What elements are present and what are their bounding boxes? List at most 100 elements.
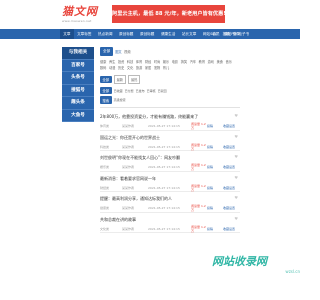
filter-tag[interactable]: 图文 [115,49,121,55]
filter-tag[interactable]: 视频 [124,49,130,55]
watermark-domain: wzsl.cn [285,269,300,274]
filter-tag[interactable]: 搞笑 [181,59,187,65]
filter-tag[interactable]: 汽车 [190,59,196,65]
filter-tag[interactable]: 育儿 [163,65,169,71]
status-all-button[interactable]: 全部 [100,87,112,95]
logo-domain: www.maowen.net [62,19,92,23]
status-option[interactable]: 已审核 [147,88,156,94]
item-meta: 科技类 某某作者 2021-05-27 17:14:15 阅读量 1.2万 投稿… [100,143,240,151]
action-row: 搜索 高级搜索 [100,96,240,104]
item-action[interactable]: 投稿 [207,227,223,231]
nav-member[interactable]: 会员 [212,32,219,37]
item-title[interactable]: 国运之光：你还是开心的世界战士 [100,135,160,141]
item-link[interactable]: 收藏设置 [223,145,235,149]
status-option[interactable]: 已驳回 [158,88,167,94]
favorite-icon[interactable]: ♥ [234,113,238,118]
sort-option[interactable]: 最热 [127,75,141,84]
list-item[interactable]: 最新消息：看着要求官网说一年 财经类 某某作者 2021-05-27 17:14… [100,172,240,193]
filter-tag[interactable]: 历史 [118,65,124,71]
list-item[interactable]: 共和总裁在讲的故事 文化类 某某作者 2021-05-27 17:14:15 阅… [100,213,240,234]
category-filter: 全部 图文 视频 [100,47,240,56]
list-item[interactable]: 提醒：最高利润分享，通知达标我们的人 健康类 某某作者 2021-05-27 1… [100,192,240,213]
filter-tag[interactable]: 音乐 [226,59,232,65]
item-author: 某某作者 [122,226,135,231]
item-source: 科技类 [100,144,110,149]
item-meta: 文化类 某某作者 2021-05-27 17:14:15 阅读量 1.2万 投稿… [100,225,240,233]
item-link[interactable]: 收藏设置 [223,165,235,169]
item-title[interactable]: 提醒：最高利润分享，通知达标我们的人 [100,196,172,202]
filter-tag[interactable]: 家居 [145,65,151,71]
advanced-search-link[interactable]: 高级搜索 [114,97,126,103]
filter-tag[interactable]: 游戏 [208,59,214,65]
item-action[interactable]: 投稿 [207,186,223,190]
list-item[interactable]: 国运之光：你还是开心的世界战士 科技类 某某作者 2021-05-27 17:1… [100,131,240,152]
item-link[interactable]: 收藏设置 [223,124,235,128]
sidebar-item-qutoutiao[interactable]: 趣头条 [62,97,94,110]
nav-item-hot[interactable]: 热点新闻 [95,29,116,39]
filter-tag[interactable]: 动漫 [109,65,115,71]
filter-all-button[interactable]: 全部 [100,47,114,56]
item-count: 阅读量 1.2万 [191,163,206,172]
status-option[interactable]: 已付费 [125,88,134,94]
article-list: 2年800万，他靠投资爱分，才能有赚钱路，终能赢来了 体育类 某某作者 2021… [100,110,240,234]
filter-tag[interactable]: 文化 [127,65,133,71]
sidebar-item-baijiahao[interactable]: 百家号 [62,60,94,72]
item-title[interactable]: 共和总裁在讲的故事 [100,217,136,223]
nav-login[interactable]: 登录 [233,32,240,37]
item-count: 阅读量 1.2万 [191,142,206,151]
filter-tag[interactable]: 教育 [199,59,205,65]
list-item[interactable]: 2年800万，他靠投资爱分，才能有赚钱路，终能赢来了 体育类 某某作者 2021… [100,110,240,131]
filter-tag[interactable]: 电影 [172,59,178,65]
item-action[interactable]: 投稿 [207,165,223,169]
favorite-icon[interactable]: ♥ [234,216,238,221]
item-link[interactable]: 收藏设置 [223,227,235,231]
status-option[interactable]: 已收藏 [114,88,123,94]
nav-item-health[interactable]: 健康生活 [158,29,179,39]
favorite-icon[interactable]: ♥ [234,134,238,139]
item-count: 阅读量 1.2万 [191,122,206,131]
status-option[interactable]: 已发布 [136,88,145,94]
sort-all-button[interactable]: 全部 [100,75,112,84]
filter-tag[interactable]: 旅游 [136,65,142,71]
item-author: 某某作者 [122,185,135,190]
item-action[interactable]: 投稿 [207,124,223,128]
favorite-icon[interactable]: ♥ [234,154,238,159]
item-action[interactable]: 投稿 [207,145,223,149]
item-title[interactable]: 最新消息：看着要求官网说一年 [100,176,156,182]
filter-tag[interactable]: 宠物 [154,65,160,71]
logo-text: 猫文网 [62,5,98,18]
item-time: 2021-05-27 17:14:15 [148,144,180,149]
favorite-icon[interactable]: ♥ [234,195,238,200]
filter-tag[interactable]: 美食 [217,59,223,65]
sidebar-item-toutiao[interactable]: 头条号 [62,72,94,85]
sort-option[interactable]: 最新 [113,75,126,84]
nav-item-webmaster[interactable]: 站长文章 [179,29,200,39]
nav-item-original-2[interactable]: 原创标题 [137,29,158,39]
item-time: 2021-05-27 17:14:15 [148,124,180,129]
nav-submit[interactable]: 投稿 [223,32,230,37]
item-count: 阅读量 1.2万 [191,183,206,192]
list-item[interactable]: 刘世俊明“你现在不能找女人回心”：网友吵翻 娱乐类 某某作者 2021-05-2… [100,151,240,172]
nav-item-articles[interactable]: 文章 [60,29,74,39]
search-button[interactable]: 搜索 [100,96,112,104]
sidebar-item-dayu[interactable]: 大鱼号 [62,110,94,122]
main-nav: 文章 文章标签 热点新闻 原创标题 原创标题 健康生活 站长文章 网站SEO 建… [0,29,300,39]
item-action[interactable]: 投稿 [207,206,223,210]
promo-banner[interactable]: 阿里云主机，最低 88 元/年，新老用户皆有优惠! [112,5,225,23]
watermark-text: 网站收录网 [212,255,267,268]
status-row: 全部 已收藏 已付费 已发布 已审核 已驳回 [100,87,240,95]
item-source: 文化类 [100,226,110,231]
filter-tag[interactable]: 数码 [100,65,106,71]
nav-item-original[interactable]: 原创标题 [116,29,137,39]
sidebar-item-mine[interactable]: 与我相关 [62,47,94,60]
item-title[interactable]: 2年800万，他靠投资爱分，才能有赚钱路，终能赢来了 [100,114,198,120]
item-link[interactable]: 收藏设置 [223,206,235,210]
favorite-icon[interactable]: ♥ [234,175,238,180]
sidebar-item-sohu[interactable]: 搜狐号 [62,85,94,97]
item-link[interactable]: 收藏设置 [223,186,235,190]
site-logo[interactable]: 猫文网 www.maowen.net [62,6,102,24]
item-title[interactable]: 刘世俊明“你现在不能找女人回心”：网友吵翻 [100,155,180,161]
nav-item-tags[interactable]: 文章标签 [74,29,95,39]
item-source: 体育类 [100,124,110,129]
item-meta: 财经类 某某作者 2021-05-27 17:14:15 阅读量 1.2万 投稿… [100,184,240,192]
